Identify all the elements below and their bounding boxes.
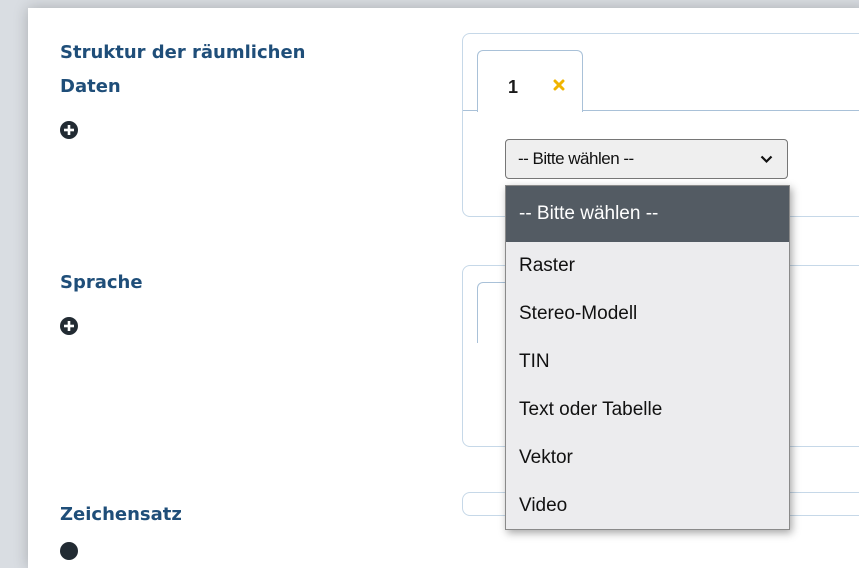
option-stereo-modell[interactable]: Stereo-Modell (506, 290, 789, 338)
tab-baseline (581, 110, 859, 111)
plus-circle-icon[interactable] (60, 121, 78, 139)
option-bitte-waehlen[interactable]: -- Bitte wählen -- (506, 186, 789, 242)
option-video[interactable]: Video (506, 482, 789, 530)
tab-1[interactable]: 1 (477, 50, 583, 112)
option-tin[interactable]: TIN (506, 338, 789, 386)
option-vektor[interactable]: Vektor (506, 434, 789, 482)
structure-label-line1: Struktur der räumlichen (60, 42, 306, 63)
chevron-down-icon (760, 155, 773, 164)
tab-baseline (463, 110, 477, 111)
option-raster[interactable]: Raster (506, 242, 789, 290)
plus-circle-icon[interactable] (60, 317, 78, 335)
select-dropdown-list: -- Bitte wählen -- Raster Stereo-Modell … (505, 185, 790, 530)
plus-circle-icon[interactable] (60, 542, 78, 560)
select-value: -- Bitte wählen -- (518, 149, 634, 168)
tab-number: 1 (508, 77, 519, 97)
option-text-oder-tabelle[interactable]: Text oder Tabelle (506, 386, 789, 434)
charset-label: Zeichensatz (60, 504, 182, 525)
structure-label-line2: Daten (60, 76, 121, 97)
structure-select[interactable]: -- Bitte wählen -- (505, 139, 788, 179)
close-icon[interactable] (553, 79, 565, 91)
language-label: Sprache (60, 272, 143, 293)
